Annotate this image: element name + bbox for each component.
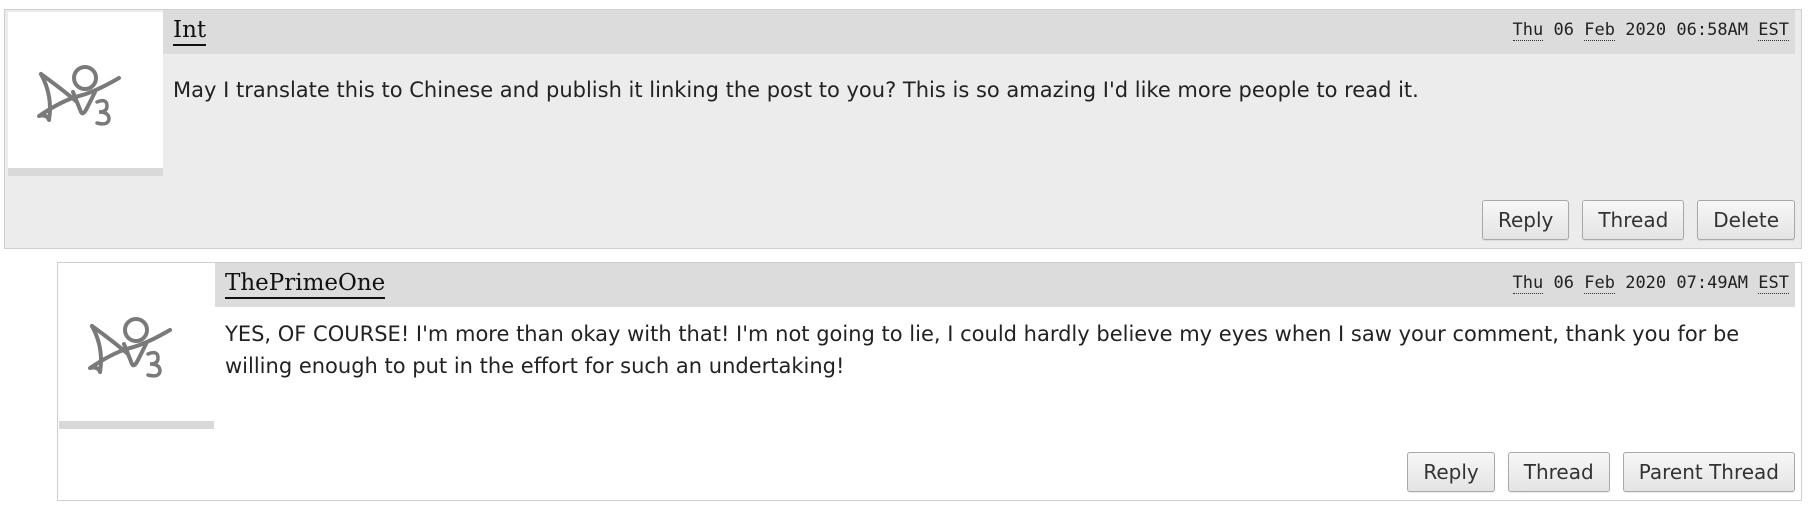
parent-thread-button[interactable]: Parent Thread (1622, 452, 1795, 492)
comment-timestamp: Thu 06 Feb 2020 06:58AM EST (1512, 19, 1789, 41)
thread-button[interactable]: Thread (1582, 200, 1685, 240)
timestamp-timezone: EST (1758, 273, 1789, 294)
timestamp-time: 2020 07:49AM (1625, 273, 1749, 293)
username-link[interactable]: Int (173, 16, 207, 46)
default-user-avatar-icon (88, 317, 172, 378)
comment-actions: Reply Thread Parent Thread (1407, 452, 1795, 492)
timestamp-day: Thu (1512, 273, 1544, 294)
avatar[interactable] (59, 264, 214, 429)
reply-button[interactable]: Reply (1407, 452, 1495, 492)
username-link[interactable]: ThePrimeOne (225, 269, 386, 299)
timestamp-date: 06 (1553, 20, 1574, 40)
timestamp-timezone: EST (1758, 20, 1789, 41)
comment-1: Int Thu 06 Feb 2020 06:58AM EST May I tr… (4, 9, 1802, 249)
comment-body: YES, OF COURSE! I'm more than okay with … (225, 322, 1740, 378)
comment-timestamp: Thu 06 Feb 2020 07:49AM EST (1512, 272, 1789, 294)
thread-button[interactable]: Thread (1507, 452, 1610, 492)
default-user-avatar-icon (37, 65, 121, 126)
avatar[interactable] (8, 12, 163, 176)
timestamp-day: Thu (1512, 20, 1544, 41)
comment-header: ThePrimeOne Thu 06 Feb 2020 07:49AM EST (215, 263, 1795, 307)
timestamp-time: 2020 06:58AM (1625, 20, 1749, 40)
timestamp-month: Feb (1584, 273, 1615, 294)
reply-button[interactable]: Reply (1481, 200, 1570, 240)
comment-2: ThePrimeOne Thu 06 Feb 2020 07:49AM EST … (57, 262, 1802, 501)
timestamp-date: 06 (1553, 273, 1574, 293)
delete-button[interactable]: Delete (1697, 200, 1795, 240)
timestamp-month: Feb (1584, 20, 1615, 41)
comment-thread: Int Thu 06 Feb 2020 06:58AM EST May I tr… (0, 0, 1810, 529)
comment-body: May I translate this to Chinese and publ… (173, 78, 1419, 102)
comment-header: Int Thu 06 Feb 2020 06:58AM EST (163, 10, 1795, 54)
comment-actions: Reply Thread Delete (1481, 200, 1795, 240)
